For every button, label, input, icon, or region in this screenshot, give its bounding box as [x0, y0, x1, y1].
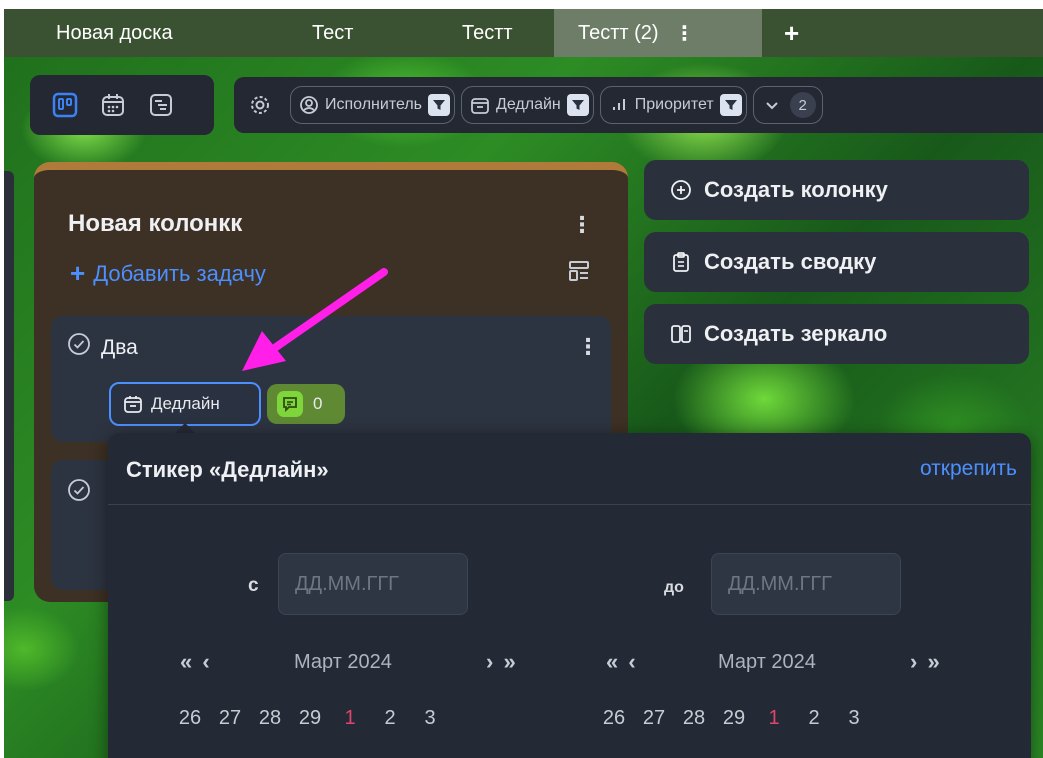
- tab-testt[interactable]: Тестт: [396, 9, 554, 57]
- calendar-day[interactable]: 3: [410, 707, 450, 730]
- calendar-icon: [124, 396, 142, 413]
- deadline-filter-label: Дедлайн: [496, 96, 561, 113]
- template-icon[interactable]: [568, 260, 590, 282]
- tab-label: Тест: [312, 21, 354, 44]
- create-summary-label: Создать сводку: [704, 249, 877, 274]
- create-column-button[interactable]: Создать колонку: [644, 160, 1029, 220]
- column-title[interactable]: Новая колонкк: [68, 210, 242, 238]
- task-card[interactable]: Два ⋮ Дедлайн 0: [51, 316, 611, 442]
- comments-count: 0: [313, 394, 323, 413]
- task-title[interactable]: Два: [101, 336, 138, 360]
- calendar-prev-nav[interactable]: « ‹: [606, 649, 638, 675]
- popover-caret: [175, 423, 195, 433]
- calendar-week-row: 26 27 28 29 1 2 3: [594, 707, 874, 730]
- clipboard-icon: [673, 252, 689, 272]
- add-tab-button[interactable]: +: [784, 18, 799, 49]
- date-to-input[interactable]: ДД.ММ.ГГГ: [711, 553, 901, 615]
- task-complete-checkbox-icon[interactable]: [67, 478, 91, 502]
- filter-toolbar: Исполнитель Дедлайн Приоритет 2: [234, 77, 1043, 133]
- add-task-label: Добавить задачу: [93, 260, 266, 286]
- to-label: до: [664, 579, 684, 596]
- calendar-prev-nav[interactable]: « ‹: [180, 649, 212, 675]
- calendar-day[interactable]: 27: [210, 707, 250, 730]
- calendar-day[interactable]: 29: [290, 707, 330, 730]
- calendar-day-today[interactable]: 1: [754, 707, 794, 730]
- view-switcher: [30, 75, 214, 135]
- priority-bars-icon: [612, 99, 625, 110]
- create-mirror-label: Создать зеркало: [704, 321, 888, 346]
- deadline-sticker-chip[interactable]: Дедлайн: [109, 382, 261, 426]
- deadline-sticker-popover: Стикер «Дедлайн» открепить с ДД.ММ.ГГГ д…: [108, 433, 1031, 758]
- gantt-icon: [150, 94, 172, 116]
- task-menu-icon[interactable]: ⋮: [577, 334, 599, 360]
- calendar-next-nav[interactable]: › »: [486, 649, 518, 675]
- column-menu-icon[interactable]: ⋮: [571, 212, 593, 238]
- calendar-day-today[interactable]: 1: [330, 707, 370, 730]
- deadline-chip-label: Дедлайн: [151, 394, 220, 413]
- calendar-icon: [102, 94, 124, 116]
- task-complete-checkbox-icon[interactable]: [67, 332, 91, 356]
- more-filters-button[interactable]: 2: [752, 86, 823, 124]
- tab-label: Новая доска: [56, 21, 173, 44]
- calendar-icon: [471, 98, 489, 114]
- mirror-icon: [671, 325, 691, 343]
- calendar-day[interactable]: 29: [714, 707, 754, 730]
- plus-icon: +: [70, 258, 86, 288]
- calendar-week-row: 26 27 28 29 1 2 3: [170, 707, 450, 730]
- calendar-day[interactable]: 26: [594, 707, 634, 730]
- comment-icon: [277, 391, 303, 417]
- create-summary-button[interactable]: Создать сводку: [644, 232, 1029, 292]
- calendar-day[interactable]: 3: [834, 707, 874, 730]
- filter-funnel-icon[interactable]: [428, 94, 451, 116]
- filter-funnel-icon[interactable]: [566, 94, 589, 116]
- gantt-view-button[interactable]: [144, 88, 178, 122]
- calendar-month-label[interactable]: Март 2024: [294, 651, 392, 674]
- tab-new-board[interactable]: Новая доска: [4, 9, 248, 57]
- calendar-day[interactable]: 2: [794, 707, 834, 730]
- tab-label: Тестт (2): [578, 21, 659, 44]
- date-from-input[interactable]: ДД.ММ.ГГГ: [278, 553, 468, 615]
- filter-funnel-icon[interactable]: [719, 94, 742, 116]
- tab-testt-2[interactable]: Тестт (2) ⋮: [554, 9, 762, 57]
- calendar-day[interactable]: 27: [634, 707, 674, 730]
- calendar-month-label[interactable]: Март 2024: [718, 651, 816, 674]
- tab-label: Тестт: [462, 21, 513, 44]
- popover-divider: [108, 504, 1031, 505]
- calendar-day[interactable]: 28: [250, 707, 290, 730]
- from-label: с: [248, 575, 259, 596]
- board-actions: Создать колонку Создать сводку Создать з…: [644, 160, 1029, 376]
- kanban-view-button[interactable]: [48, 88, 82, 122]
- calendar-day[interactable]: 26: [170, 707, 210, 730]
- previous-column-edge: [4, 171, 14, 601]
- calendar-next-nav[interactable]: › »: [910, 649, 942, 675]
- add-task-button[interactable]: + Добавить задачу: [70, 258, 266, 289]
- settings-icon[interactable]: [248, 93, 272, 117]
- priority-filter-chip[interactable]: Приоритет: [599, 86, 747, 124]
- user-icon: [300, 96, 318, 114]
- popover-title: Стикер «Дедлайн»: [126, 457, 329, 482]
- assignee-filter-label: Исполнитель: [325, 96, 423, 113]
- calendar-view-button[interactable]: [96, 88, 130, 122]
- calendar-day[interactable]: 2: [370, 707, 410, 730]
- board-frame: Новая доска Тест Тестт Тестт (2) ⋮ + Исп…: [4, 9, 1043, 758]
- unpin-link[interactable]: открепить: [920, 457, 1017, 481]
- tab-menu-icon[interactable]: ⋮: [675, 21, 695, 46]
- priority-filter-label: Приоритет: [634, 96, 714, 113]
- hidden-filters-count: 2: [789, 92, 816, 118]
- assignee-filter-chip[interactable]: Исполнитель: [290, 86, 456, 124]
- calendar-day[interactable]: 28: [674, 707, 714, 730]
- create-mirror-button[interactable]: Создать зеркало: [644, 304, 1029, 364]
- tab-test[interactable]: Тест: [248, 9, 396, 57]
- deadline-filter-chip[interactable]: Дедлайн: [461, 86, 594, 124]
- add-circle-icon: [671, 180, 691, 200]
- board-tab-bar: Новая доска Тест Тестт Тестт (2) ⋮ +: [4, 9, 1043, 57]
- create-column-label: Создать колонку: [704, 177, 888, 202]
- comments-chip[interactable]: 0: [267, 384, 345, 424]
- chevron-down-icon: [765, 102, 778, 110]
- kanban-icon: [52, 92, 78, 118]
